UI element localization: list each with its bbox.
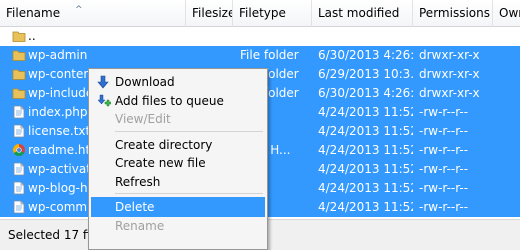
menu-item-delete[interactable]: Delete [91, 197, 265, 217]
column-header-permissions[interactable]: Permissions [413, 0, 493, 27]
last-modified-cell: 4/24/2013 11:52... [318, 124, 413, 138]
folder-icon [12, 31, 26, 42]
file-icon [13, 124, 25, 138]
permissions-cell: -rw-r--r-- [419, 181, 469, 195]
menu-item-label: Create new file [115, 156, 206, 170]
file-icon [13, 200, 25, 214]
permissions-cell: -rw-r--r-- [419, 162, 469, 176]
file-icon [13, 162, 25, 176]
table-row[interactable]: wp-admin File folder 6/30/2013 4:26:... drw… [0, 46, 520, 65]
menu-item-refresh[interactable]: Refresh [91, 172, 265, 192]
permissions-cell: drwxr-xr-x [419, 86, 480, 100]
menu-item-add-files-to-queue[interactable]: Add files to queue [91, 91, 265, 111]
permissions-cell: -rw-r--r-- [419, 124, 469, 138]
permissions-cell: -rw-r--r-- [419, 105, 469, 119]
column-header-filetype[interactable]: Filetype [233, 0, 312, 27]
column-header-filesize[interactable]: Filesize [186, 0, 233, 27]
column-header-filename[interactable]: Filename ^ [0, 0, 186, 27]
chrome-icon [12, 144, 25, 157]
menu-item-download[interactable]: Download [91, 72, 265, 92]
last-modified-cell: 4/24/2013 11:52... [318, 162, 413, 176]
context-menu: Download Add files to queue View/Edit Creat… [88, 68, 268, 250]
menu-item-label: Rename [115, 218, 165, 233]
menu-item-create-new-file[interactable]: Create new file [91, 153, 265, 173]
permissions-cell: -rw-r--r-- [419, 200, 469, 214]
table-row[interactable]: .. [0, 27, 520, 46]
menu-item-label: Create directory [115, 137, 213, 152]
folder-icon [12, 88, 26, 99]
menu-item-label: Refresh [115, 174, 161, 189]
column-header-last-modified[interactable]: Last modified [312, 0, 413, 27]
menu-separator [115, 130, 263, 132]
column-header-label: Permissions [419, 6, 490, 20]
permissions-cell: -rw-r--r-- [419, 143, 469, 157]
add-to-queue-icon [97, 94, 111, 106]
folder-icon [12, 50, 26, 61]
filename-cell: .. [28, 29, 36, 43]
menu-item-label: Download [115, 75, 175, 89]
last-modified-cell: 4/24/2013 11:52... [318, 181, 413, 195]
last-modified-cell: 4/24/2013 11:52... [318, 105, 413, 119]
download-icon [97, 75, 109, 89]
folder-icon [12, 69, 26, 80]
menu-item-label: Add files to queue [115, 93, 224, 108]
column-header-label: Last modified [318, 6, 400, 20]
menu-item-label: Delete [115, 200, 155, 214]
file-icon [13, 105, 25, 119]
menu-item-rename: Rename [91, 216, 265, 236]
last-modified-cell: 6/30/2013 4:26:... [318, 48, 413, 62]
last-modified-cell: 6/29/2013 10:3... [318, 67, 413, 81]
menu-item-label: View/Edit [115, 112, 171, 126]
column-header-label: Own [499, 6, 520, 20]
column-header-label: Filename [6, 6, 61, 20]
file-icon [13, 181, 25, 195]
column-header-owner[interactable]: Own [493, 0, 520, 27]
filetype-cell [240, 27, 312, 46]
last-modified-cell: 4/24/2013 11:52... [318, 200, 413, 214]
menu-separator [115, 193, 263, 194]
filename-cell: wp-admin [28, 48, 88, 62]
column-header-label: Filetype [239, 6, 286, 20]
column-header-label: Filesize [192, 6, 233, 20]
filetype-cell: File folder [240, 48, 299, 62]
last-modified-cell: 4/24/2013 11:52... [318, 143, 413, 157]
menu-item-view-edit: View/Edit [91, 109, 265, 129]
permissions-cell [419, 27, 491, 46]
permissions-cell: drwxr-xr-x [419, 67, 480, 81]
file-list-header: Filename ^ Filesize Filetype Last modifi… [0, 0, 520, 27]
last-modified-cell: 6/30/2013 4:26:... [318, 86, 413, 100]
menu-item-create-directory[interactable]: Create directory [91, 135, 265, 155]
permissions-cell: drwxr-xr-x [419, 48, 480, 62]
sort-ascending-icon: ^ [75, 5, 83, 15]
last-modified-cell [318, 27, 413, 46]
